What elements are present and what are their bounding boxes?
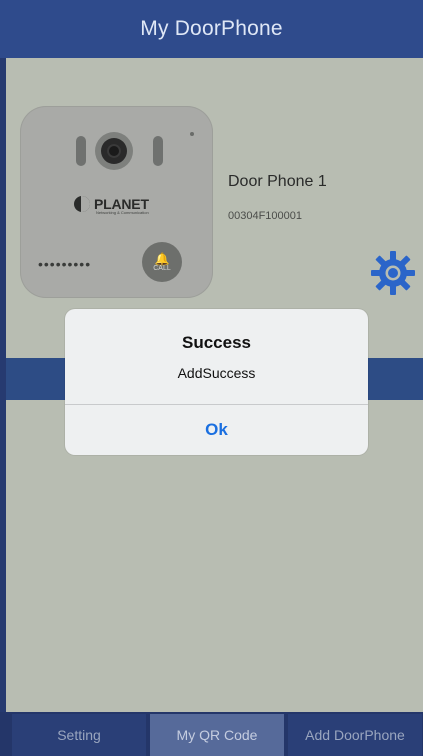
success-dialog: Success AddSuccess Ok [65, 309, 368, 455]
ok-button[interactable]: Ok [65, 405, 368, 455]
dialog-message: AddSuccess [177, 365, 256, 381]
app-screen: My DoorPhone PLANET Networking & Communi… [0, 0, 423, 756]
dialog-title: Success [182, 333, 251, 352]
